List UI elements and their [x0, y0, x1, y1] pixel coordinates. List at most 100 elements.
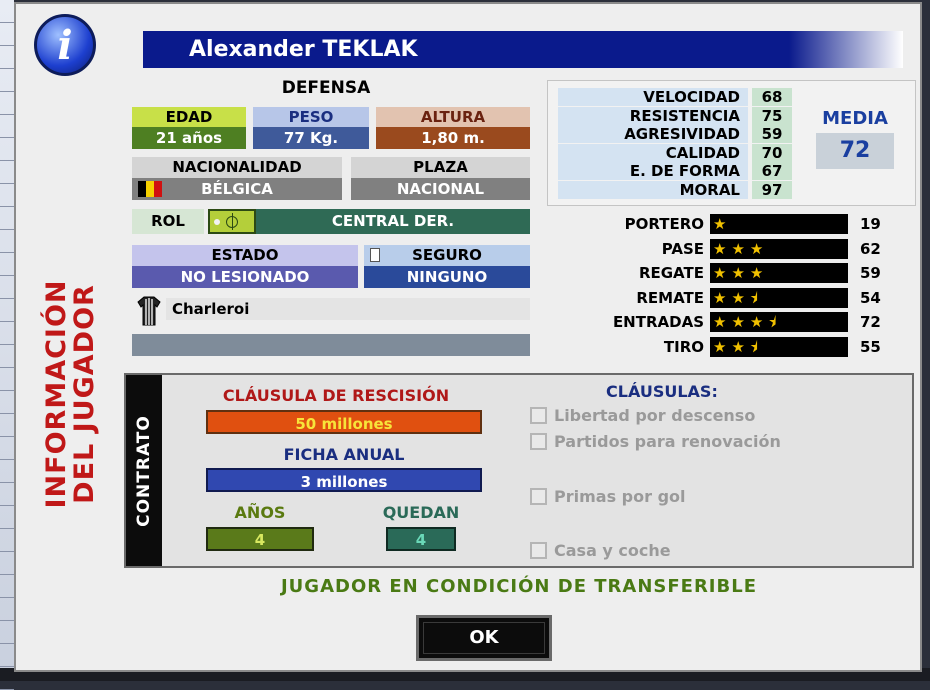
skill-name: PORTERO	[624, 215, 704, 233]
attribute-value: 67	[752, 162, 792, 180]
checkbox[interactable]	[530, 542, 547, 559]
skill-value: 59	[860, 264, 881, 282]
rol-label: ROL	[132, 209, 204, 234]
nacionalidad-value: BÉLGICA	[201, 180, 273, 198]
checkbox[interactable]	[530, 407, 547, 424]
star-icon: ★	[713, 337, 732, 356]
ficha-value: 3 millones	[206, 468, 482, 492]
star-icon: ★	[713, 239, 732, 258]
attribute-value: 75	[752, 106, 792, 125]
edad-label: EDAD	[132, 107, 246, 127]
attribute-name: MORAL	[558, 180, 748, 199]
star-icon: ★	[731, 337, 750, 356]
anos-label: AÑOS	[234, 503, 286, 522]
star-icon: ★	[731, 313, 750, 331]
attribute-value: 59	[752, 125, 792, 143]
skill-star-bar: ★	[710, 214, 848, 234]
player-info-dialog: i INFORMACIÓN DEL JUGADOR Alexander TEKLA…	[14, 2, 922, 672]
background-window-strip	[0, 0, 14, 690]
star-icon: ★	[713, 313, 732, 331]
plaza-value: NACIONAL	[351, 178, 530, 200]
checkbox[interactable]	[530, 433, 547, 450]
clausula-option-label: Partidos para renovación	[554, 432, 781, 451]
clausula-label: CLÁUSULA DE RESCISIÓN	[222, 386, 450, 405]
attribute-value: 97	[752, 180, 792, 199]
star-icon: ★	[749, 239, 769, 258]
skill-name: PASE	[661, 239, 704, 258]
pitch-icon	[208, 209, 256, 234]
media-label: MEDIA	[822, 108, 888, 129]
player-position: DEFENSA	[281, 78, 371, 98]
skill-value: 72	[860, 313, 881, 331]
star-icon: ★	[731, 288, 750, 307]
attribute-name: CALIDAD	[558, 143, 748, 162]
peso-value: 77 Kg.	[253, 127, 369, 149]
attribute-row: CALIDAD 70	[558, 143, 798, 162]
skill-value: 62	[860, 239, 881, 258]
skill-value: 19	[860, 215, 881, 233]
star-icon: ★	[749, 264, 769, 282]
info-icon: i	[34, 14, 96, 76]
skill-name: ENTRADAS	[612, 313, 704, 331]
peso-label: PESO	[253, 107, 369, 127]
attribute-value: 70	[752, 143, 792, 162]
quedan-label: QUEDAN	[382, 503, 460, 522]
star-icon: ★	[749, 313, 769, 331]
attributes-panel: VELOCIDAD 68 RESISTENCIA 75 AGRESIVIDAD 59 CAL…	[547, 80, 916, 206]
skill-row: REGATE ★★★ 59	[576, 262, 916, 284]
skill-row: REMATE ★★⯨ 54	[576, 287, 916, 309]
player-name: Alexander TEKLAK	[189, 37, 418, 62]
skill-name: REGATE	[638, 264, 704, 282]
nacionalidad-label: NACIONALIDAD	[132, 157, 342, 178]
club-name: Charleroi	[166, 298, 530, 320]
edad-value: 21 años	[132, 127, 246, 149]
ok-button[interactable]: OK	[416, 615, 552, 661]
quedan-value: 4	[386, 527, 456, 551]
clausula-option-label: Libertad por descenso	[554, 406, 756, 425]
estado-label: ESTADO	[132, 245, 358, 266]
clausula-value: 50 millones	[206, 410, 482, 434]
skill-value: 55	[860, 337, 881, 356]
skill-row: TIRO ★★⯨ 55	[576, 336, 916, 358]
vertical-title: INFORMACIÓN DEL JUGADOR	[36, 254, 106, 534]
belgium-flag-icon	[138, 181, 162, 197]
player-name-bar: Alexander TEKLAK	[143, 31, 903, 68]
attribute-row: VELOCIDAD 68	[558, 88, 798, 106]
attribute-row: RESISTENCIA 75	[558, 106, 798, 125]
seguro-label: SEGURO	[412, 246, 482, 264]
star-icon: ★	[731, 239, 750, 258]
ficha-label: FICHA ANUAL	[283, 445, 405, 464]
seguro-value: NINGUNO	[364, 266, 530, 288]
attribute-name: VELOCIDAD	[558, 88, 748, 106]
attribute-name: E. DE FORMA	[558, 162, 748, 180]
skill-value: 54	[860, 288, 881, 307]
skill-star-bar: ★★★	[710, 238, 848, 259]
anos-value: 4	[206, 527, 314, 551]
media-value: 72	[816, 133, 894, 169]
transfer-status: JUGADOR EN CONDICIÓN DE TRANSFERIBLE	[280, 576, 757, 597]
document-icon	[370, 248, 380, 262]
estado-value: NO LESIONADO	[132, 266, 358, 288]
seguro-label-box: SEGURO	[364, 245, 530, 266]
star-icon: ★	[713, 264, 732, 282]
star-icon: ★	[731, 264, 750, 282]
skill-star-bar: ★★★⯨	[710, 312, 848, 332]
skill-name: TIRO	[663, 337, 704, 356]
vertical-title-line2: DEL JUGADOR	[69, 284, 100, 504]
attribute-row: MORAL 97	[558, 180, 798, 199]
altura-label: ALTURA	[376, 107, 530, 127]
star-icon: ★	[713, 215, 732, 233]
attribute-value: 68	[752, 88, 792, 106]
ok-button-label: OK	[469, 627, 499, 648]
skill-star-bar: ★★⯨	[710, 336, 848, 357]
skill-row: PORTERO ★ 19	[576, 213, 916, 235]
skill-row: PASE ★★★ 62	[576, 238, 916, 260]
clausula-option-label: Casa y coche	[554, 541, 671, 560]
nacionalidad-value-box: BÉLGICA	[132, 178, 342, 200]
attribute-name: AGRESIVIDAD	[558, 125, 748, 143]
star-icon: ★	[713, 288, 732, 307]
contract-side-text: CONTRATO	[134, 414, 154, 527]
club-info-bar	[132, 334, 530, 356]
checkbox[interactable]	[530, 488, 547, 505]
clausula-option-label: Primas por gol	[554, 487, 686, 506]
